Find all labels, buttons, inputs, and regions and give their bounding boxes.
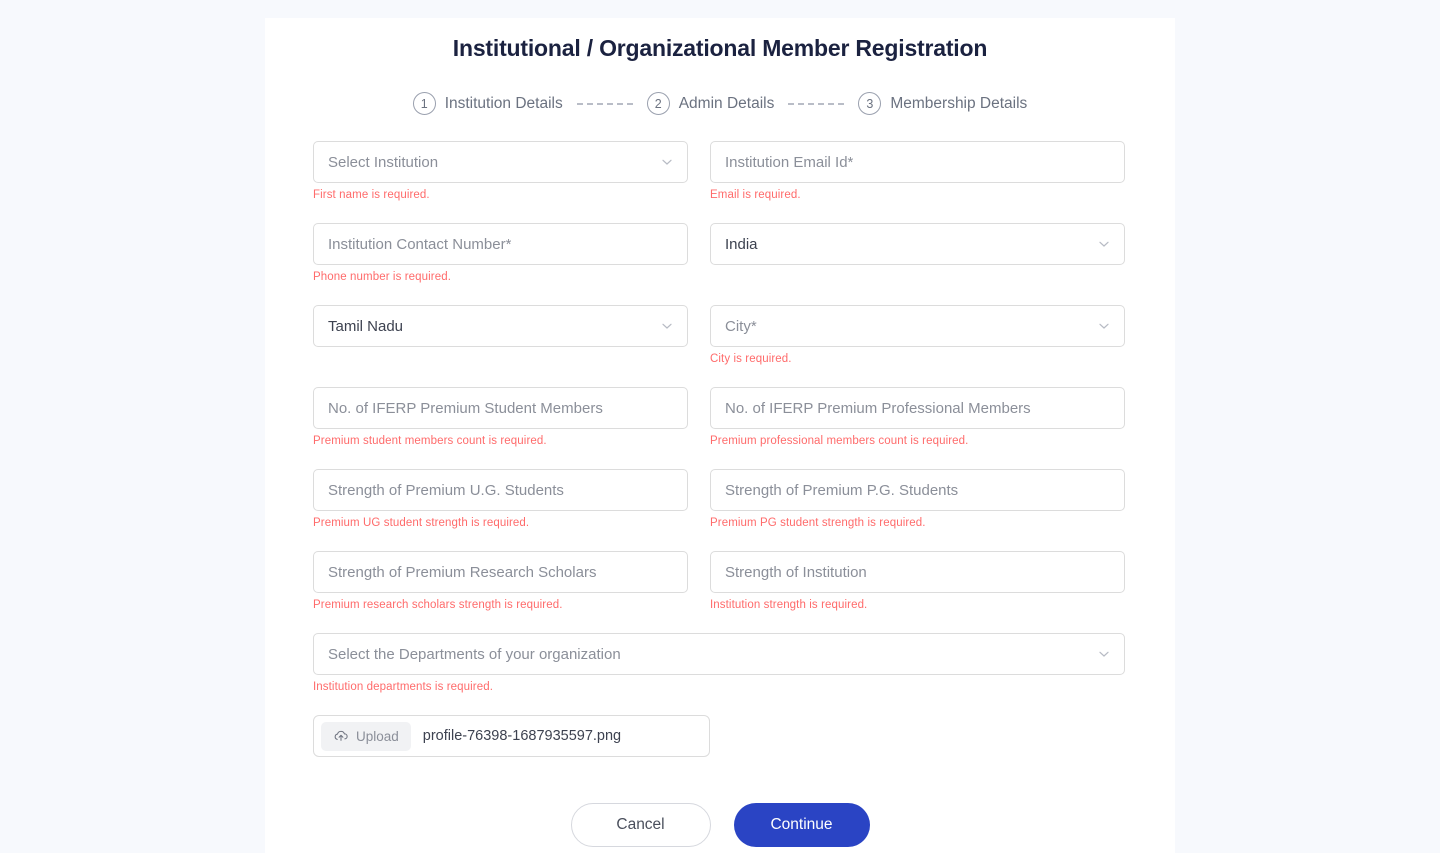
premium-research-scholars-placeholder: Strength of Premium Research Scholars xyxy=(328,563,597,581)
premium-pg-strength-input[interactable]: Strength of Premium P.G. Students xyxy=(710,469,1125,511)
premium-ug-strength-placeholder: Strength of Premium U.G. Students xyxy=(328,481,564,499)
chevron-down-icon xyxy=(1098,320,1110,332)
premium-research-scholars-input[interactable]: Strength of Premium Research Scholars xyxy=(313,551,688,593)
form-cell: City* City is required. xyxy=(710,305,1175,387)
institution-strength-placeholder: Strength of Institution xyxy=(725,563,867,581)
departments-select-value: Select the Departments of your organizat… xyxy=(328,645,621,663)
registration-page: Institutional / Organizational Member Re… xyxy=(0,0,1440,853)
uploaded-filename: profile-76398-1687935597.png xyxy=(422,728,622,744)
form-cell: Strength of Premium U.G. Students Premiu… xyxy=(265,469,710,551)
stepper-step-2[interactable]: 2 Admin Details xyxy=(646,92,775,115)
form-row: Strength of Premium Research Scholars Pr… xyxy=(265,551,1175,633)
step-1-number: 1 xyxy=(412,92,436,115)
form-row: No. of IFERP Premium Student Members Pre… xyxy=(265,387,1175,469)
form-cell: Tamil Nadu xyxy=(265,305,710,387)
step-3-label: Membership Details xyxy=(890,94,1028,112)
upload-button-label: Upload xyxy=(356,728,399,744)
page-title: Institutional / Organizational Member Re… xyxy=(452,35,988,61)
stepper-step-1[interactable]: 1 Institution Details xyxy=(412,92,563,115)
form-actions: Cancel Continue xyxy=(265,803,1175,847)
premium-ug-strength-input[interactable]: Strength of Premium U.G. Students xyxy=(313,469,688,511)
institution-select-value: Select Institution xyxy=(328,153,439,171)
city-select-value: City* xyxy=(725,317,757,335)
stepper-connector-2 xyxy=(788,102,845,105)
stepper-step-3[interactable]: 3 Membership Details xyxy=(858,92,1027,115)
upload-button[interactable]: Upload xyxy=(321,721,411,751)
field-error: Premium PG student strength is required. xyxy=(710,517,926,529)
field-error: Email is required. xyxy=(710,189,801,201)
state-select-value: Tamil Nadu xyxy=(328,317,404,335)
form-cell: Institution Email Id* Email is required. xyxy=(710,141,1175,223)
stepper-connector-1 xyxy=(576,102,633,105)
form-row: Select Institution First name is require… xyxy=(265,141,1175,223)
form-row: Institution Contact Number* Phone number… xyxy=(265,223,1175,305)
field-error: Institution departments is required. xyxy=(313,681,494,693)
registration-form: Select Institution First name is require… xyxy=(265,141,1175,847)
cancel-button[interactable]: Cancel xyxy=(570,803,711,847)
institution-contact-placeholder: Institution Contact Number* xyxy=(328,235,512,253)
country-select-value: India xyxy=(725,235,758,253)
institution-strength-input[interactable]: Strength of Institution xyxy=(710,551,1125,593)
premium-pg-strength-placeholder: Strength of Premium P.G. Students xyxy=(725,481,959,499)
field-error: Premium student members count is require… xyxy=(313,435,547,447)
registration-card: Institutional / Organizational Member Re… xyxy=(265,18,1175,853)
premium-student-members-input[interactable]: No. of IFERP Premium Student Members xyxy=(313,387,688,429)
field-error: Premium professional members count is re… xyxy=(710,435,969,447)
continue-button[interactable]: Continue xyxy=(733,803,870,847)
field-error: Institution strength is required. xyxy=(710,599,868,611)
field-error: First name is required. xyxy=(313,189,430,201)
premium-student-members-placeholder: No. of IFERP Premium Student Members xyxy=(328,399,603,417)
step-2-label: Admin Details xyxy=(678,94,775,112)
form-cell: India xyxy=(710,223,1175,305)
chevron-down-icon xyxy=(661,320,673,332)
form-cell: No. of IFERP Premium Student Members Pre… xyxy=(265,387,710,469)
institution-email-input[interactable]: Institution Email Id* xyxy=(710,141,1125,183)
form-cell: Institution Contact Number* Phone number… xyxy=(265,223,710,305)
field-error: Premium research scholars strength is re… xyxy=(313,599,563,611)
form-row: Select the Departments of your organizat… xyxy=(265,633,1175,715)
form-row: Tamil Nadu City* City is required. xyxy=(265,305,1175,387)
chevron-down-icon xyxy=(1098,648,1110,660)
form-cell: Select the Departments of your organizat… xyxy=(265,633,1175,715)
chevron-down-icon xyxy=(1098,238,1110,250)
form-cell: Upload profile-76398-1687935597.png xyxy=(265,715,1175,783)
step-2-number: 2 xyxy=(646,92,670,115)
state-select[interactable]: Tamil Nadu xyxy=(313,305,688,347)
step-1-label: Institution Details xyxy=(444,94,563,112)
city-select[interactable]: City* xyxy=(710,305,1125,347)
premium-professional-members-placeholder: No. of IFERP Premium Professional Member… xyxy=(725,399,1031,417)
country-select[interactable]: India xyxy=(710,223,1125,265)
form-cell: No. of IFERP Premium Professional Member… xyxy=(710,387,1175,469)
step-3-number: 3 xyxy=(858,92,882,115)
form-row: Upload profile-76398-1687935597.png xyxy=(265,715,1175,783)
cloud-upload-icon xyxy=(333,728,349,744)
departments-select[interactable]: Select the Departments of your organizat… xyxy=(313,633,1125,675)
institution-contact-input[interactable]: Institution Contact Number* xyxy=(313,223,688,265)
registration-stepper: 1 Institution Details 2 Admin Details 3 … xyxy=(265,92,1175,115)
chevron-down-icon xyxy=(661,156,673,168)
premium-professional-members-input[interactable]: No. of IFERP Premium Professional Member… xyxy=(710,387,1125,429)
form-cell: Select Institution First name is require… xyxy=(265,141,710,223)
file-upload-field[interactable]: Upload profile-76398-1687935597.png xyxy=(313,715,710,757)
form-row: Strength of Premium U.G. Students Premiu… xyxy=(265,469,1175,551)
form-cell: Strength of Institution Institution stre… xyxy=(710,551,1175,633)
field-error: Premium UG student strength is required. xyxy=(313,517,530,529)
institution-select[interactable]: Select Institution xyxy=(313,141,688,183)
form-cell: Strength of Premium P.G. Students Premiu… xyxy=(710,469,1175,551)
field-error: City is required. xyxy=(710,353,792,365)
institution-email-placeholder: Institution Email Id* xyxy=(725,153,854,171)
form-cell: Strength of Premium Research Scholars Pr… xyxy=(265,551,710,633)
field-error: Phone number is required. xyxy=(313,271,452,283)
